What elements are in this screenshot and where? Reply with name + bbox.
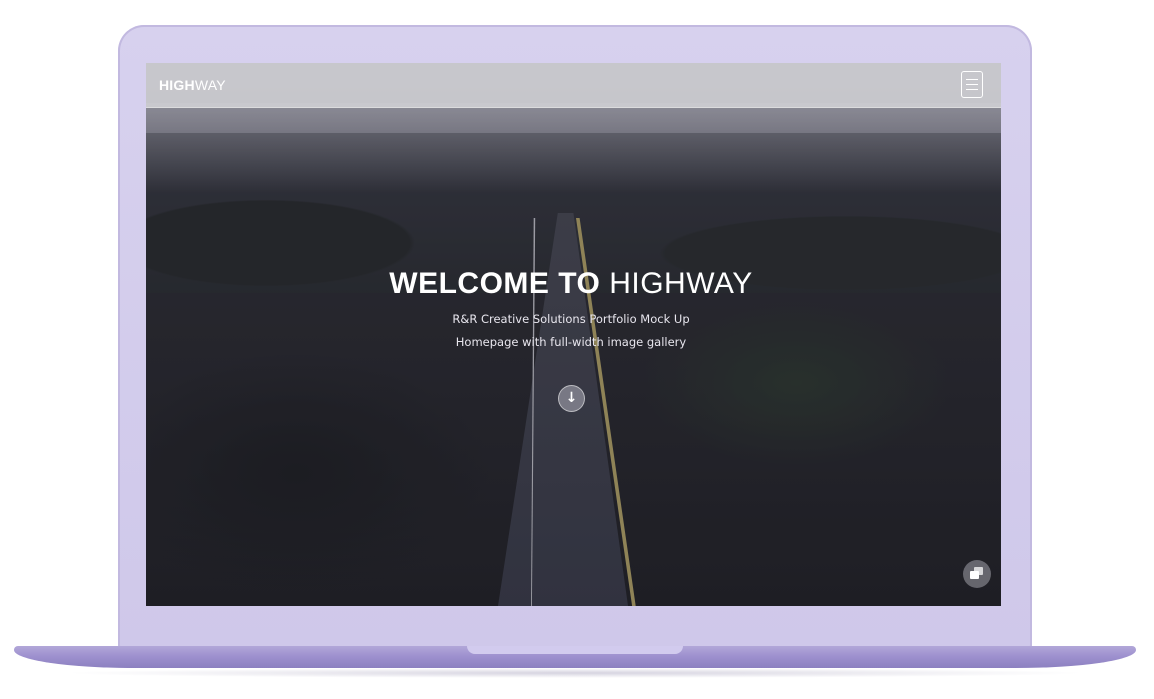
hero-title: WELCOME TO HIGHWAY <box>146 267 996 301</box>
brand-logo[interactable]: HIGHWAY <box>159 77 226 93</box>
laptop-shadow <box>60 668 1090 678</box>
arrow-down-icon[interactable]: ↓ <box>558 385 585 412</box>
hero-subtitle-1: R&R Creative Solutions Portfolio Mock Up <box>452 312 690 326</box>
hero-title-bold: WELCOME TO <box>389 267 601 300</box>
hero-subtitle-2: Homepage with full-width image gallery <box>455 335 687 349</box>
laptop-screen: HIGHWAY WELCOME TO HIGHWAY R&R Creative … <box>146 63 1001 606</box>
gallery-icon[interactable] <box>963 560 991 588</box>
brand-bold-text: HIGH <box>159 77 195 93</box>
hamburger-menu-icon[interactable] <box>961 71 983 98</box>
hero-title-light: HIGHWAY <box>609 267 753 300</box>
brand-light-text: WAY <box>194 77 226 93</box>
laptop-notch <box>467 646 683 654</box>
top-navbar: HIGHWAY <box>146 63 1001 108</box>
